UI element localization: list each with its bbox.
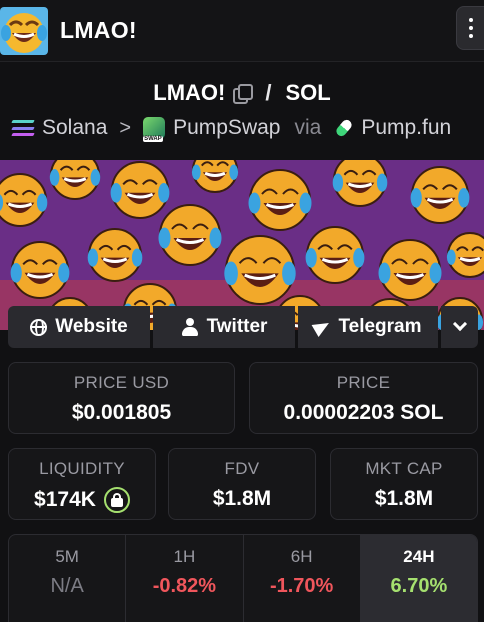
tab-6h-label: 6H xyxy=(290,547,313,566)
token-banner-image xyxy=(0,160,484,330)
dex-link[interactable]: PumpSwap xyxy=(173,116,280,140)
tab-5m-label: 5M xyxy=(55,547,79,566)
user-icon xyxy=(181,318,199,336)
token-logo xyxy=(0,6,48,55)
telegram-icon xyxy=(312,316,333,338)
quote-token: SOL xyxy=(285,80,331,105)
liquidity-value: $174K xyxy=(34,488,96,511)
pumpfun-pill-icon xyxy=(334,117,354,139)
liquidity-label: LIQUIDITY xyxy=(39,459,125,478)
price-native-label: PRICE xyxy=(336,373,391,392)
tab-24h-label: 24H xyxy=(403,547,435,566)
pumpswap-icon: SWAP xyxy=(143,117,166,142)
tab-24h[interactable]: 24H 6.70% xyxy=(360,535,477,622)
price-native-card: PRICE 0.00002203 SOL xyxy=(249,362,478,434)
tab-1h[interactable]: 1H -0.82% xyxy=(126,535,244,622)
chevron-right-icon: > xyxy=(119,116,132,139)
liquidity-lock-icon[interactable] xyxy=(103,487,130,513)
price-native-value: 0.00002203 SOL xyxy=(283,401,444,424)
tab-5m-value: N/A xyxy=(50,575,84,597)
tab-6h[interactable]: 6H -1.70% xyxy=(244,535,361,622)
base-token: LMAO! xyxy=(153,80,226,105)
price-usd-value: $0.001805 xyxy=(71,401,172,424)
via-label: via xyxy=(294,116,322,139)
market-cap-label: MKT CAP xyxy=(365,459,443,478)
telegram-label: Telegram xyxy=(338,316,422,337)
tab-1h-value: -0.82% xyxy=(152,575,217,597)
tab-24h-value: 6.70% xyxy=(390,575,448,597)
telegram-button[interactable]: Telegram xyxy=(298,306,438,348)
twitter-button[interactable]: Twitter xyxy=(153,306,295,348)
top-bar: LMAO! xyxy=(0,0,484,62)
website-button[interactable]: Website xyxy=(8,306,150,348)
market-cap-card: MKT CAP $1.8M xyxy=(330,448,478,520)
fdv-label: FDV xyxy=(224,459,260,478)
more-menu-button[interactable] xyxy=(456,6,484,50)
tab-5m[interactable]: 5M N/A xyxy=(9,535,127,622)
fdv-card: FDV $1.8M xyxy=(168,448,316,520)
tab-6h-value: -1.70% xyxy=(269,575,334,597)
liquidity-card: LIQUIDITY $174K xyxy=(8,448,156,520)
social-links: Website Twitter Telegram xyxy=(8,306,478,348)
market-cap-value: $1.8M xyxy=(374,487,434,510)
price-usd-card: PRICE USD $0.001805 xyxy=(8,362,235,434)
token-title: LMAO! xyxy=(60,17,137,43)
twitter-label: Twitter xyxy=(206,316,268,337)
fdv-value: $1.8M xyxy=(212,487,272,510)
solana-icon xyxy=(11,120,35,136)
more-links-button[interactable] xyxy=(441,306,478,348)
globe-icon xyxy=(30,318,48,336)
chain-link[interactable]: Solana xyxy=(42,116,107,140)
pair-separator: / xyxy=(265,80,272,105)
timeframe-tabs: 5M N/A 1H -0.82% 6H -1.70% 24H 6.70% xyxy=(8,534,478,622)
tab-1h-label: 1H xyxy=(173,547,196,566)
pair-info: LMAO! / SOL Solana > SWAP PumpSwap via P… xyxy=(0,62,484,160)
more-vertical-icon xyxy=(469,18,473,38)
price-usd-label: PRICE USD xyxy=(73,373,170,392)
copy-icon[interactable] xyxy=(233,84,254,104)
launchpad-link[interactable]: Pump.fun xyxy=(361,116,451,140)
website-label: Website xyxy=(55,316,128,337)
pumpswap-icon-label: SWAP xyxy=(143,136,163,142)
chevron-down-icon xyxy=(452,316,467,332)
